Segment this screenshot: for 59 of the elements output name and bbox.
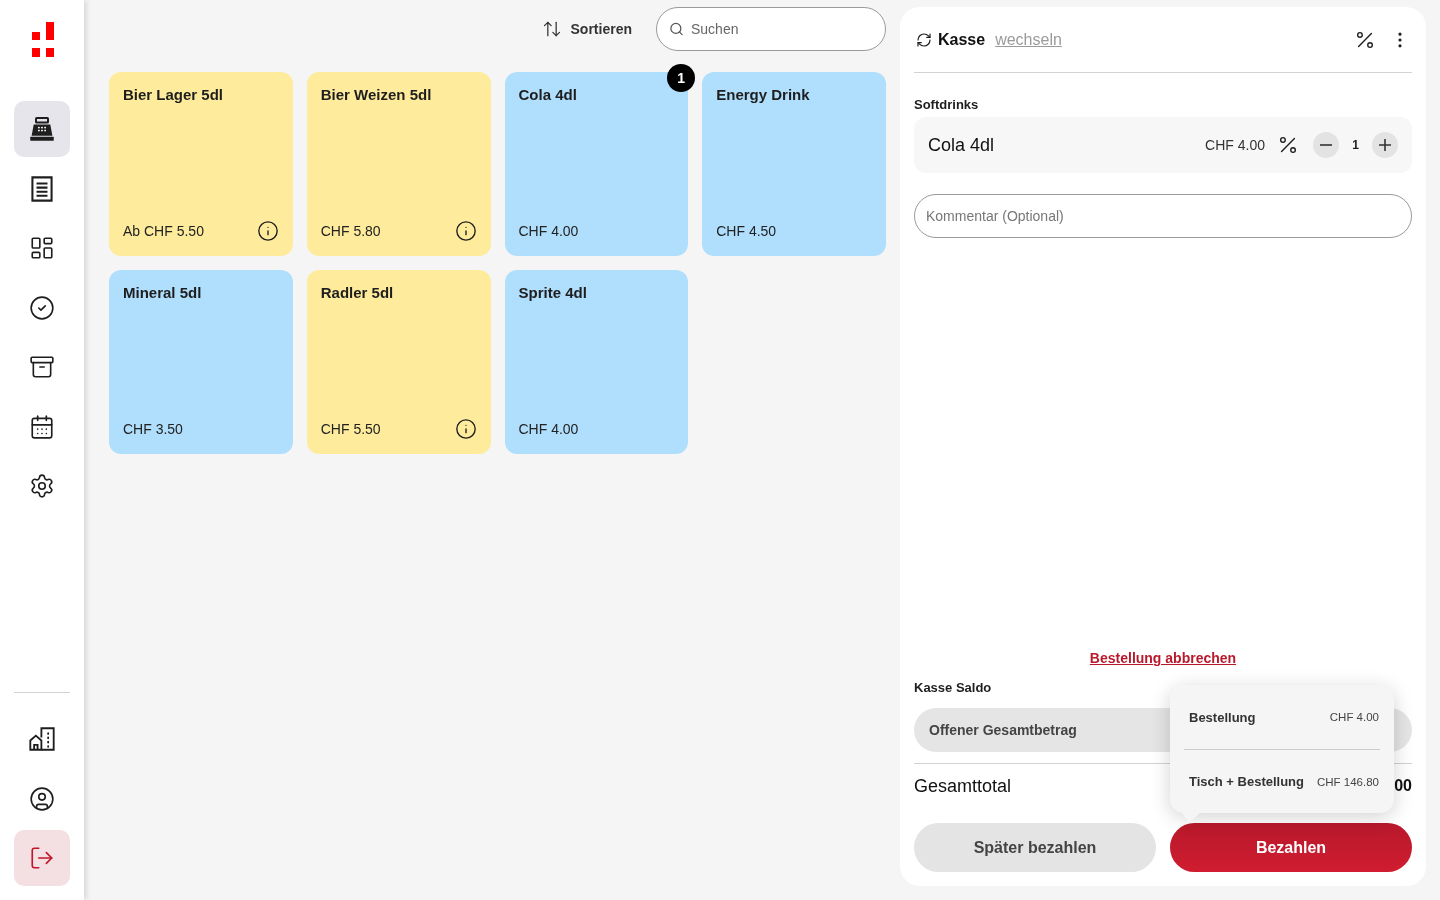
cash-register-icon — [30, 117, 54, 141]
sort-button[interactable]: Sortieren — [541, 19, 632, 39]
product-price: CHF 3.50 — [123, 421, 183, 437]
product-price: CHF 5.50 — [320, 421, 381, 437]
product-tile[interactable]: Energy Drink CHF 4.50 — [702, 72, 886, 256]
logo-icon — [32, 22, 54, 57]
product-tile[interactable]: Bier Weizen 5dl CHF 5.80 — [306, 72, 491, 256]
dashboard-grid-icon — [29, 235, 55, 261]
receipt-icon — [31, 175, 53, 202]
product-tile[interactable]: Sprite 4dl CHF 4.00 — [504, 270, 689, 454]
product-tile[interactable]: Bier Lager 5dl Ab CHF 5.50 — [109, 72, 293, 256]
product-name: Mineral 5dl — [123, 284, 202, 302]
logout-icon — [29, 845, 55, 871]
minus-icon[interactable] — [1313, 132, 1339, 158]
balance-title: Kasse Saldo — [914, 680, 992, 696]
count-badge: 1 — [667, 64, 696, 92]
product-tile[interactable]: Mineral 5dl CHF 3.50 — [109, 270, 293, 454]
user-icon — [29, 785, 55, 812]
product-name: Bier Lager 5dl — [123, 86, 224, 104]
product-price: Ab CHF 5.50 — [123, 223, 204, 239]
sort-icon — [541, 19, 562, 39]
item-quantity: 1 — [1351, 138, 1360, 152]
category-label: Softdrinks — [914, 97, 979, 113]
open-total-label: Offener Gesamtbetrag — [929, 722, 1077, 738]
total-amount: 00 — [1394, 777, 1412, 795]
info-icon[interactable] — [454, 220, 477, 242]
archive-box-icon — [29, 354, 55, 380]
product-name: Sprite 4dl — [518, 284, 587, 302]
product-price: CHF 4.00 — [518, 223, 579, 239]
search-icon — [669, 21, 684, 37]
pay-button[interactable]: Bezahlen — [1170, 823, 1412, 872]
product-price: CHF 5.80 — [320, 223, 381, 239]
register-title: Kasse — [938, 30, 986, 49]
sidebar-nav-button[interactable] — [14, 101, 70, 157]
product-name: Cola 4dl — [518, 86, 577, 104]
info-icon[interactable] — [454, 418, 477, 440]
product-name: Energy Drink — [716, 86, 810, 104]
product-name: Radler 5dl — [320, 284, 394, 302]
product-price: CHF 4.50 — [716, 223, 777, 239]
payment-option[interactable]: Tisch + Bestellung CHF 146.80 — [1184, 749, 1380, 813]
info-icon[interactable] — [256, 220, 279, 242]
total-label: Gesamttotal — [914, 775, 1012, 797]
payment-option[interactable]: Bestellung CHF 4.00 — [1184, 685, 1380, 749]
cancel-order-link[interactable]: Bestellung abbrechen — [1089, 649, 1237, 667]
check-circle-icon — [29, 294, 55, 321]
search-field[interactable]: Suchen — [656, 7, 886, 51]
product-price: CHF 4.00 — [518, 421, 579, 437]
item-price: CHF 4.00 — [1205, 137, 1265, 153]
calendar-icon — [29, 413, 55, 440]
settings-icon — [29, 473, 55, 499]
percent-icon[interactable] — [1277, 134, 1299, 156]
item-name: Cola 4dl — [928, 134, 995, 156]
product-name: Bier Weizen 5dl — [320, 86, 432, 104]
pay-later-button[interactable]: Später bezahlen — [914, 823, 1156, 872]
buildings-icon — [29, 727, 55, 751]
comment-field[interactable]: Kommentar (Optional) — [914, 194, 1412, 238]
refresh-icon[interactable] — [916, 31, 932, 48]
plus-icon[interactable] — [1372, 132, 1398, 158]
product-tile[interactable]: Radler 5dl CHF 5.50 — [306, 270, 491, 454]
